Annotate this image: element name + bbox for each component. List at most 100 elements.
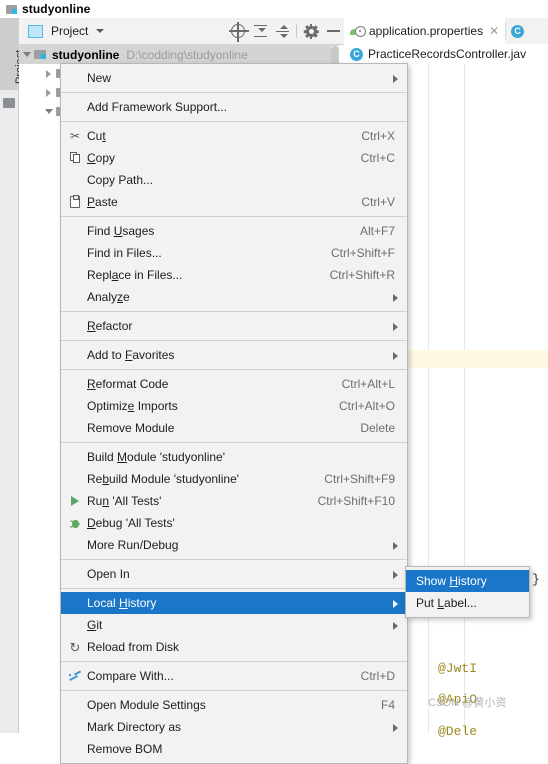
menu-icon-placeholder [63, 534, 87, 556]
select-opened-file-icon[interactable] [227, 20, 249, 42]
menu-item-copy-path[interactable]: Copy Path... [61, 169, 407, 191]
tree-expander-root[interactable] [19, 52, 34, 57]
submenu-item-put-label[interactable]: Put Label... [406, 592, 529, 614]
menu-icon-placeholder [63, 344, 87, 366]
menu-item-more-run-debug[interactable]: More Run/Debug [61, 534, 407, 556]
menu-item-shortcut: Ctrl+Shift+F10 [317, 494, 395, 508]
chevron-down-icon[interactable] [96, 29, 105, 33]
chevron-right-icon [393, 622, 398, 630]
submenu-item-show-history[interactable]: Show History [406, 570, 529, 592]
window-title-bar: studyonline [0, 0, 548, 18]
tree-expander[interactable] [41, 109, 56, 114]
run-play-icon [63, 490, 87, 512]
menu-separator [61, 216, 407, 217]
menu-item-shortcut: Ctrl+Alt+O [338, 399, 395, 413]
editor-tab-label: application.properties [369, 24, 484, 38]
current-line-highlight [406, 350, 548, 368]
menu-item-label: Add to Favorites [87, 348, 175, 362]
menu-item-add-to-favorites[interactable]: Add to Favorites [61, 344, 407, 366]
menu-item-label: Open In [87, 567, 130, 581]
menu-item-git[interactable]: Git [61, 614, 407, 636]
menu-icon-placeholder [63, 220, 87, 242]
compare-icon [63, 665, 87, 687]
left-tool-window-strip: Project [0, 18, 26, 733]
cut-scissors-icon: ✂ [69, 129, 81, 143]
menu-icon-placeholder [63, 67, 87, 89]
submenu-item-label: Show History [416, 574, 487, 588]
module-folder-icon [34, 49, 47, 60]
tree-expander[interactable] [41, 88, 56, 97]
menu-item-refactor[interactable]: Refactor [61, 315, 407, 337]
close-icon[interactable]: ✕ [489, 24, 499, 38]
copy-icon [63, 147, 87, 169]
java-class-icon: C [511, 24, 525, 38]
menu-item-paste[interactable]: Paste Ctrl+V [61, 191, 407, 213]
context-menu[interactable]: New Add Framework Support... ✂ Cut Ctrl+… [60, 63, 408, 764]
menu-item-local-history[interactable]: Local History [61, 592, 407, 614]
properties-file-icon [350, 25, 366, 37]
menu-item-find-usages[interactable]: Find Usages Alt+F7 [61, 220, 407, 242]
menu-item-remove-bom[interactable]: Remove BOM [61, 738, 407, 760]
menu-item-compare-with[interactable]: Compare With... Ctrl+D [61, 665, 407, 687]
menu-separator [61, 369, 407, 370]
breadcrumb[interactable]: C PracticeRecordsController.jav [344, 44, 548, 64]
menu-icon-placeholder [63, 417, 87, 439]
menu-separator [61, 588, 407, 589]
menu-item-shortcut: Ctrl+Shift+F [330, 246, 395, 260]
menu-item-new[interactable]: New [61, 67, 407, 89]
menu-item-find-in-files[interactable]: Find in Files... Ctrl+Shift+F [61, 242, 407, 264]
menu-separator [61, 442, 407, 443]
menu-icon-placeholder [63, 264, 87, 286]
menu-item-run-all-tests[interactable]: Run 'All Tests' Ctrl+Shift+F10 [61, 490, 407, 512]
tree-expander[interactable] [41, 69, 56, 78]
menu-separator [61, 121, 407, 122]
tool-tab-project[interactable]: Project [0, 18, 26, 90]
menu-item-analyze[interactable]: Analyze [61, 286, 407, 308]
tree-root-path: D:\codding\studyonline [126, 47, 248, 62]
menu-separator [61, 92, 407, 93]
menu-item-open-in[interactable]: Open In [61, 563, 407, 585]
chevron-right-icon [393, 571, 398, 579]
menu-item-reload-from-disk[interactable]: ↻ Reload from Disk [61, 636, 407, 658]
tab-divider [505, 22, 507, 40]
menu-item-label: More Run/Debug [87, 538, 179, 552]
menu-item-remove-module[interactable]: Remove Module Delete [61, 417, 407, 439]
menu-item-replace-in-files[interactable]: Replace in Files... Ctrl+Shift+R [61, 264, 407, 286]
menu-item-debug-all-tests[interactable]: Debug 'All Tests' [61, 512, 407, 534]
menu-icon-placeholder [63, 614, 87, 636]
menu-item-optimize-imports[interactable]: Optimize Imports Ctrl+Alt+O [61, 395, 407, 417]
menu-item-shortcut: Ctrl+X [361, 129, 395, 143]
tree-root-label: studyonline [52, 47, 120, 62]
menu-item-cut[interactable]: ✂ Cut Ctrl+X [61, 125, 407, 147]
menu-icon-placeholder [63, 96, 87, 118]
tree-row-root[interactable]: studyonline D:\codding\studyonline [19, 45, 339, 64]
menu-item-mark-directory-as[interactable]: Mark Directory as [61, 716, 407, 738]
closing-brace: } [532, 572, 540, 587]
menu-item-reformat-code[interactable]: Reformat Code Ctrl+Alt+L [61, 373, 407, 395]
chevron-right-icon [393, 323, 398, 331]
menu-item-open-module-settings[interactable]: Open Module Settings F4 [61, 694, 407, 716]
editor-tab-application-properties[interactable]: application.properties ✕ [344, 18, 506, 44]
menu-item-label: Find in Files... [87, 246, 162, 260]
menu-item-shortcut: Ctrl+C [360, 151, 395, 165]
menu-item-shortcut: F4 [380, 698, 395, 712]
menu-icon-placeholder [63, 694, 87, 716]
menu-item-shortcut: Ctrl+V [361, 195, 395, 209]
menu-item-rebuild-module[interactable]: Rebuild Module 'studyonline' Ctrl+Shift+… [61, 468, 407, 490]
code-text-area[interactable]: } @JwtI @ApiO @Dele [406, 64, 548, 739]
expand-all-icon[interactable] [249, 20, 271, 42]
project-view-icon [28, 24, 43, 38]
hide-panel-icon[interactable] [322, 20, 344, 42]
menu-item-build-module[interactable]: Build Module 'studyonline' [61, 446, 407, 468]
collapse-all-icon[interactable] [271, 20, 293, 42]
menu-item-shortcut: Ctrl+Shift+R [329, 268, 395, 282]
debug-bug-icon [63, 512, 87, 534]
code-annotation: @JwtI [438, 661, 478, 676]
local-history-submenu[interactable]: Show History Put Label... [405, 566, 530, 618]
menu-separator [61, 340, 407, 341]
editor-tab-next[interactable]: C [505, 18, 535, 44]
menu-icon-placeholder [63, 716, 87, 738]
settings-gear-icon[interactable] [300, 20, 322, 42]
menu-item-copy[interactable]: Copy Ctrl+C [61, 147, 407, 169]
menu-item-add-framework-support[interactable]: Add Framework Support... [61, 96, 407, 118]
